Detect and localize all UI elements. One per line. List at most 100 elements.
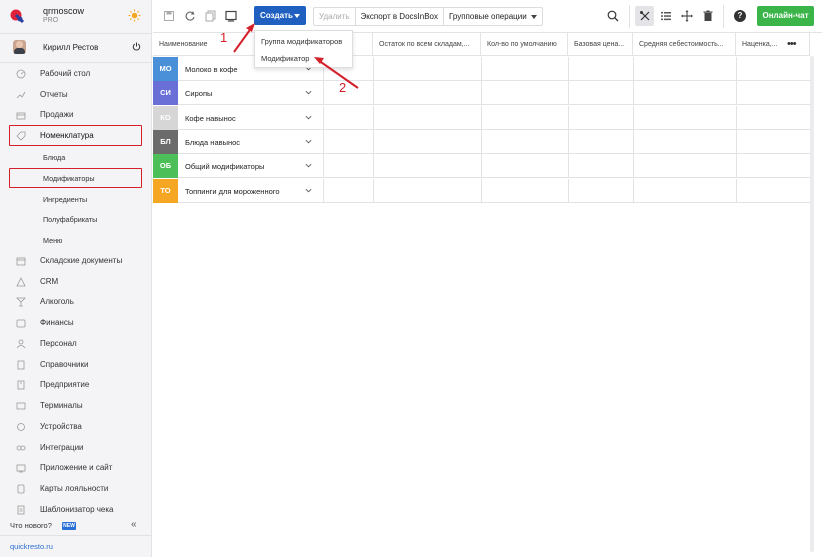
- sidebar-subitem-label: Полуфабрикаты: [43, 215, 98, 224]
- table-row[interactable]: ОБ Общий модификаторы: [153, 154, 811, 179]
- sidebar-subitem-label: Модификаторы: [43, 174, 95, 183]
- menu-item-modifier[interactable]: Модификатор: [261, 54, 309, 63]
- table-row[interactable]: БЛ Блюда навынос: [153, 129, 811, 154]
- move-icon[interactable]: [681, 10, 693, 22]
- table-row[interactable]: ТО Топпинги для мороженного: [153, 178, 811, 203]
- user-profile[interactable]: Кирилл Рестов: [0, 36, 152, 58]
- delete-button[interactable]: Удалить: [314, 8, 356, 25]
- brand-plan: PRO: [43, 17, 59, 24]
- sidebar-item-reference[interactable]: Справочники: [0, 355, 152, 375]
- chevron-down-icon[interactable]: [305, 89, 312, 96]
- sidebar-item-staff[interactable]: Персонал: [0, 334, 152, 354]
- data-table: Наименование л Остаток по всем складам,.…: [153, 33, 822, 557]
- sidebar-subitem-semifinished[interactable]: Полуфабрикаты: [0, 209, 152, 229]
- row-name: Общий модификаторы: [185, 162, 265, 172]
- column-header-stock[interactable]: Остаток по всем складам,...: [373, 33, 481, 56]
- sidebar-subitem-modifiers[interactable]: Модификаторы: [0, 168, 152, 188]
- column-header-avg-cost[interactable]: Средняя себестоимость...: [633, 33, 736, 56]
- column-header-markup[interactable]: Наценка,...: [736, 33, 810, 56]
- column-divider: [323, 178, 324, 203]
- sidebar-item-label: Отчеты: [40, 90, 68, 99]
- save-icon[interactable]: [163, 10, 175, 22]
- column-divider: [373, 105, 374, 130]
- copy-icon[interactable]: [205, 10, 217, 22]
- staff-icon: [16, 339, 26, 349]
- column-divider: [736, 105, 737, 130]
- sidebar-item-devices[interactable]: Устройства: [0, 417, 152, 437]
- power-icon[interactable]: [132, 42, 141, 51]
- column-divider: [373, 57, 374, 81]
- row-badge: МО: [153, 57, 178, 81]
- column-divider: [633, 129, 634, 154]
- column-divider: [373, 129, 374, 154]
- sidebar-item-alcohol[interactable]: Алкоголь: [0, 292, 152, 312]
- sidebar-item-integrations[interactable]: Интеграции: [0, 438, 152, 458]
- collapse-sidebar-icon[interactable]: «: [131, 519, 137, 530]
- sidebar-item-app[interactable]: Приложение и сайт: [0, 458, 152, 478]
- sidebar-item-warehouse[interactable]: Складские документы: [0, 251, 152, 271]
- column-divider: [568, 57, 569, 81]
- sidebar-item-dashboard[interactable]: Рабочий стол: [0, 64, 152, 84]
- column-divider: [568, 178, 569, 203]
- list-icon[interactable]: [660, 10, 672, 22]
- help-icon[interactable]: ?: [734, 10, 746, 22]
- more-options-icon[interactable]: •••: [787, 38, 797, 50]
- sidebar-item-enterprise[interactable]: Предприятие: [0, 375, 152, 395]
- column-divider: [373, 81, 374, 106]
- sidebar-subitem-menu[interactable]: Меню: [0, 230, 152, 250]
- create-button[interactable]: Создать: [254, 6, 306, 25]
- row-name: Блюда навынос: [185, 137, 241, 147]
- device-icon: [17, 423, 25, 431]
- column-divider: [736, 154, 737, 179]
- tag-icon: [16, 131, 26, 141]
- search-icon[interactable]: [607, 10, 619, 22]
- sidebar-item-label: Персонал: [40, 339, 77, 348]
- sidebar-item-receipt-template[interactable]: Шаблонизатор чека: [0, 500, 152, 520]
- footer-link[interactable]: quickresto.ru: [10, 542, 53, 551]
- table-row[interactable]: СИ Сиропы: [153, 81, 811, 106]
- divider: [0, 33, 152, 34]
- trash-icon[interactable]: [702, 10, 714, 22]
- tools-icon[interactable]: [639, 10, 651, 22]
- app-window: qrmoscow PRO Кирилл Рестов Рабочий стол …: [0, 0, 822, 557]
- sidebar-item-finance[interactable]: Финансы: [0, 313, 152, 333]
- column-divider: [568, 105, 569, 130]
- chevron-down-icon[interactable]: [305, 114, 312, 121]
- scrollbar[interactable]: [810, 56, 814, 552]
- sidebar-item-label: Шаблонизатор чека: [40, 505, 114, 514]
- table-row[interactable]: МО Молоко в кофе: [153, 57, 811, 81]
- window-icon[interactable]: [225, 10, 237, 22]
- annotation-marker-2: 2: [339, 80, 347, 95]
- sidebar-item-sales[interactable]: Продажи: [0, 105, 152, 125]
- sidebar-item-crm[interactable]: CRM: [0, 272, 152, 292]
- table-row[interactable]: КО Кофе навынос: [153, 105, 811, 130]
- sidebar-item-loyalty[interactable]: Карты лояльности: [0, 479, 152, 499]
- table-header: Наименование л Остаток по всем складам,.…: [153, 33, 810, 56]
- whats-new-link[interactable]: Что нового?: [10, 521, 52, 530]
- refresh-icon[interactable]: [184, 10, 196, 22]
- chevron-down-icon[interactable]: [305, 162, 312, 169]
- sidebar-item-label: Предприятие: [40, 380, 90, 389]
- chevron-down-icon: [530, 14, 537, 19]
- brand[interactable]: qrmoscow PRO: [0, 0, 152, 33]
- sidebar-item-label: Приложение и сайт: [40, 463, 113, 472]
- chevron-down-icon[interactable]: [305, 187, 312, 194]
- column-header-default-qty[interactable]: Кол-во по умолчанию: [481, 33, 568, 56]
- dashboard-icon: [16, 69, 26, 79]
- sidebar-item-nomenclature[interactable]: Номенклатура: [0, 126, 152, 146]
- sidebar-item-reports[interactable]: Отчеты: [0, 85, 152, 105]
- chevron-down-icon[interactable]: [305, 138, 312, 145]
- sun-icon[interactable]: [128, 9, 141, 22]
- online-chat-button[interactable]: Онлайн-чат: [757, 6, 814, 26]
- sidebar-subitem-dishes[interactable]: Блюда: [0, 147, 152, 167]
- sidebar-item-terminals[interactable]: Терминалы: [0, 396, 152, 416]
- menu-item-modifier-group[interactable]: Группа модификаторов: [261, 37, 342, 46]
- group-operations-button[interactable]: Групповые операции: [444, 8, 542, 25]
- sidebar-subitem-ingredients[interactable]: Ингредиенты: [0, 189, 152, 209]
- column-divider: [736, 57, 737, 81]
- sidebar: qrmoscow PRO Кирилл Рестов Рабочий стол …: [0, 0, 152, 557]
- export-docsinbox-button[interactable]: Экспорт в DocsInBox: [356, 8, 444, 25]
- column-header-base-price[interactable]: Базовая цена...: [568, 33, 633, 56]
- column-divider: [373, 154, 374, 179]
- column-divider: [633, 81, 634, 106]
